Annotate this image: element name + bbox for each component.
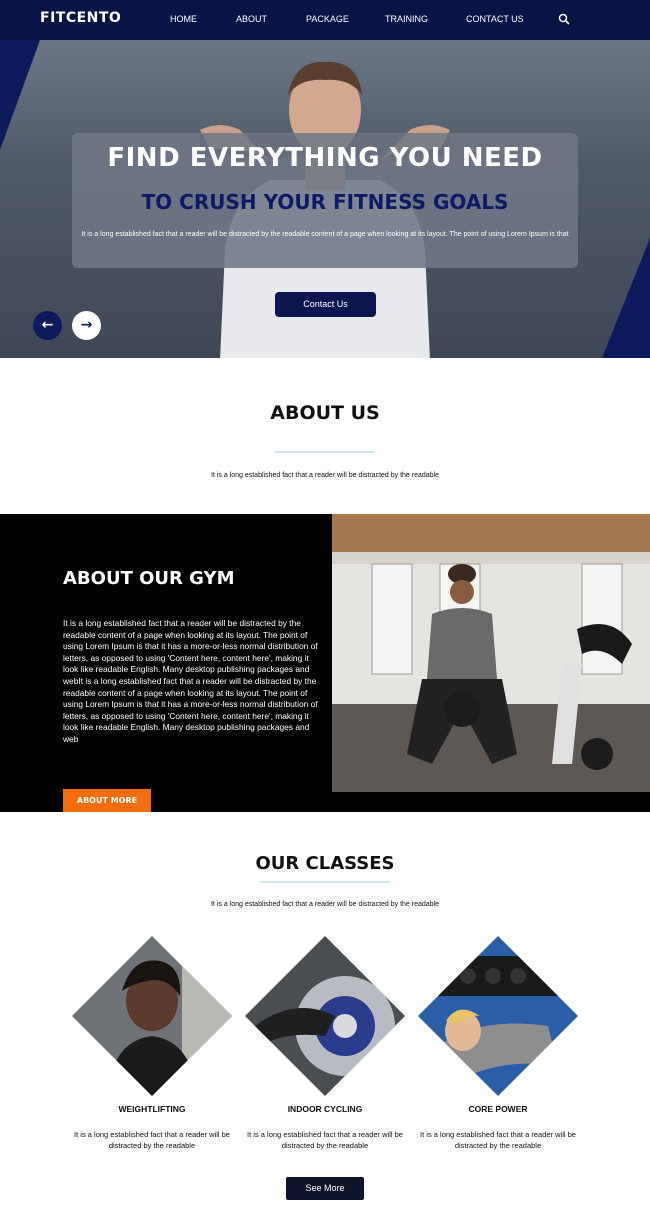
indoor-cycling-image[interactable]	[245, 936, 405, 1096]
arrow-left-icon: ←	[41, 317, 54, 333]
class-name-indoor-cycling: INDOOR CYCLING	[287, 1104, 363, 1114]
class-text-indoor-cycling: It is a long established fact that a rea…	[247, 1130, 403, 1150]
search-icon[interactable]	[558, 13, 570, 25]
logo[interactable]: FITCENTO	[40, 10, 121, 26]
our-classes-text: It is a long established fact that a rea…	[210, 901, 440, 908]
section-divider	[275, 451, 375, 453]
hero-text: It is a long established fact that a rea…	[81, 231, 569, 238]
about-gym-title: ABOUT OUR GYM	[63, 568, 235, 589]
nav-package[interactable]: PACKAGE	[306, 14, 349, 24]
nav-training[interactable]: TRAINING	[385, 14, 428, 24]
contact-us-button[interactable]: Contact Us	[275, 292, 376, 317]
class-text-core-power: It is a long established fact that a rea…	[420, 1130, 576, 1150]
arrow-right-icon: →	[80, 317, 93, 333]
nav-home[interactable]: HOME	[170, 14, 197, 24]
see-more-button[interactable]: See More	[286, 1177, 364, 1200]
about-gym-text: It is a long established fact that a rea…	[63, 618, 318, 744]
hero-corner-decoration	[602, 238, 650, 358]
class-name-weightlifting: WEIGHTLIFTING	[118, 1104, 186, 1114]
section-divider	[260, 881, 390, 883]
top-navbar: FITCENTO HOME ABOUT PACKAGE TRAINING CON…	[0, 0, 650, 40]
weightlifting-image[interactable]	[72, 936, 232, 1096]
nav-about[interactable]: ABOUT	[236, 14, 267, 24]
our-classes-title: OUR CLASSES	[255, 853, 395, 874]
slider-next-button[interactable]: →	[72, 311, 101, 340]
class-text-weightlifting: It is a long established fact that a rea…	[74, 1130, 230, 1150]
hero-heading: FIND EVERYTHING YOU NEED	[107, 143, 543, 173]
nav-contact-us[interactable]: CONTACT US	[466, 14, 524, 24]
hero-corner-decoration	[0, 40, 40, 150]
slider-prev-button[interactable]: ←	[33, 311, 62, 340]
hero-banner: FIND EVERYTHING YOU NEED TO CRUSH YOUR F…	[0, 40, 650, 358]
gym-training-image	[332, 514, 650, 792]
core-power-image[interactable]	[418, 936, 578, 1096]
about-us-text: It is a long established fact that a rea…	[210, 472, 440, 479]
about-us-title: ABOUT US	[270, 402, 380, 424]
about-more-button[interactable]: ABOUT MORE	[63, 789, 151, 812]
class-name-core-power: CORE POWER	[468, 1104, 528, 1114]
hero-subheading: TO CRUSH YOUR FITNESS GOALS	[141, 190, 509, 214]
